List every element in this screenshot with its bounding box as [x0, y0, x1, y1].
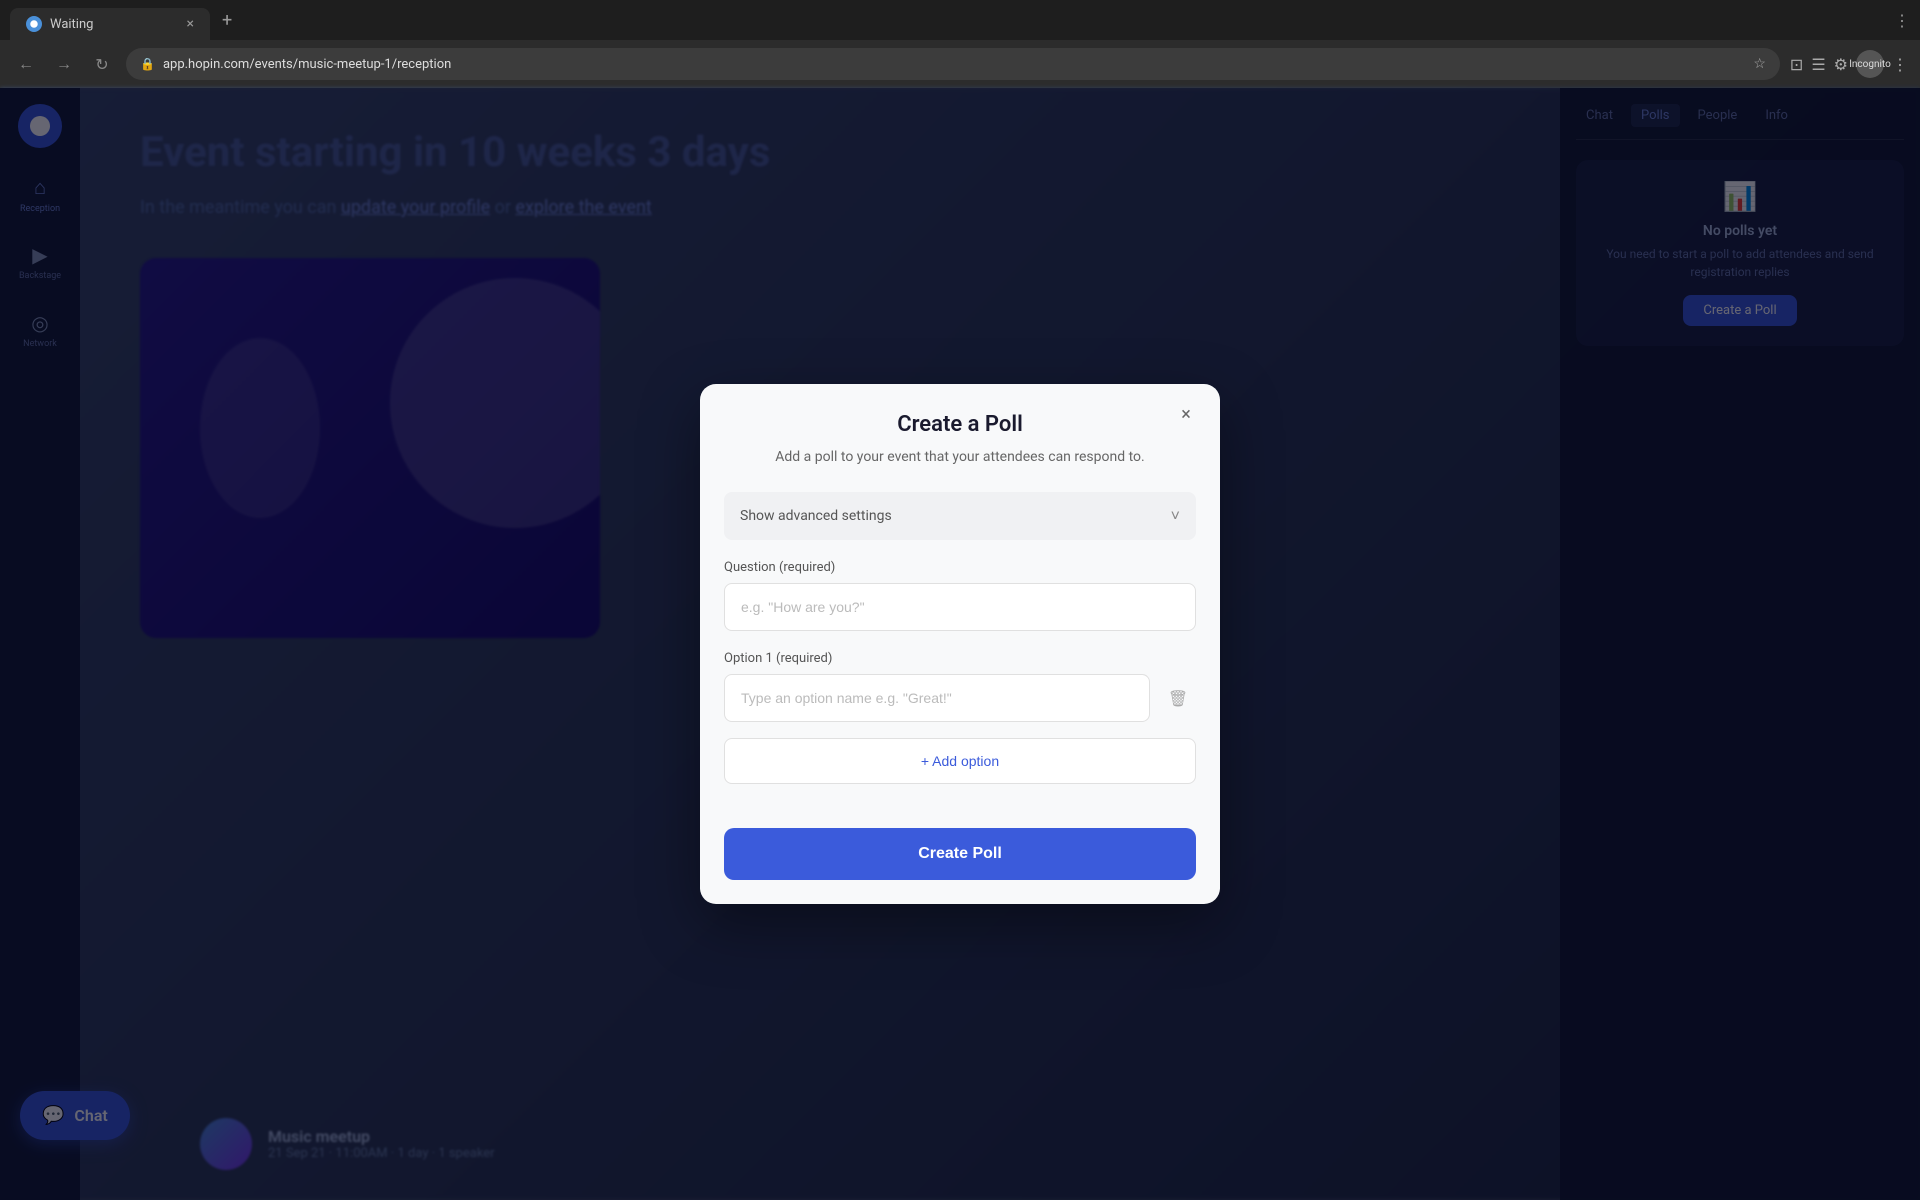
forward-button[interactable]: →: [50, 50, 78, 78]
tab-close-button[interactable]: ×: [187, 16, 194, 32]
profile-label: Incognito: [1849, 59, 1891, 70]
option1-field-label: Option 1 (required): [724, 651, 1196, 666]
modal-title: Create a Poll: [728, 412, 1192, 437]
option1-input[interactable]: [724, 674, 1150, 722]
browser-tab-active[interactable]: Waiting ×: [10, 8, 210, 40]
modal-footer: Create Poll: [700, 828, 1220, 904]
cast-icon[interactable]: ⊡: [1790, 55, 1803, 74]
advanced-settings-toggle[interactable]: Show advanced settings ˅: [724, 492, 1196, 540]
add-option-label: + Add option: [921, 753, 999, 769]
delete-option1-button[interactable]: 🗑: [1160, 680, 1196, 716]
modal-body: Show advanced settings ˅ Question (requi…: [700, 484, 1220, 828]
trash-icon: 🗑: [1168, 689, 1188, 708]
app-area: ⌂ Reception ▶ Backstage ◎ Network Event …: [0, 88, 1920, 1200]
modal-header: × Create a Poll Add a poll to your event…: [700, 384, 1220, 484]
tab-favicon: [26, 16, 42, 32]
question-field-label: Question (required): [724, 560, 1196, 575]
url-text: app.hopin.com/events/music-meetup-1/rece…: [163, 57, 451, 72]
create-poll-label: Create Poll: [918, 845, 1002, 863]
menu-icon[interactable]: ⋮: [1892, 55, 1908, 74]
tab-more-button[interactable]: ⋮: [1894, 11, 1910, 30]
advanced-settings-label: Show advanced settings: [740, 508, 892, 524]
address-bar[interactable]: 🔒 app.hopin.com/events/music-meetup-1/re…: [126, 48, 1780, 80]
lock-icon: 🔒: [140, 57, 155, 71]
bookmark-list-icon[interactable]: ☰: [1811, 55, 1825, 74]
browser-action-buttons: ⊡ ☰ ⚙ Incognito ⋮: [1790, 50, 1908, 78]
back-button[interactable]: ←: [12, 50, 40, 78]
option-1-row: 🗑: [724, 674, 1196, 722]
new-tab-button[interactable]: +: [214, 10, 240, 31]
modal-subtitle: Add a poll to your event that your atten…: [728, 447, 1192, 468]
question-input[interactable]: [724, 583, 1196, 631]
add-option-button[interactable]: + Add option: [724, 738, 1196, 784]
modal-overlay: × Create a Poll Add a poll to your event…: [0, 88, 1920, 1200]
create-poll-button[interactable]: Create Poll: [724, 828, 1196, 880]
browser-navigation-bar: ← → ↻ 🔒 app.hopin.com/events/music-meetu…: [0, 40, 1920, 88]
browser-tabs: Waiting × + ⋮: [0, 0, 1920, 40]
bookmark-icon[interactable]: ☆: [1753, 56, 1766, 72]
browser-chrome: Waiting × + ⋮ ← → ↻ 🔒 app.hopin.com/even…: [0, 0, 1920, 88]
create-poll-modal: × Create a Poll Add a poll to your event…: [700, 384, 1220, 904]
reload-button[interactable]: ↻: [88, 50, 116, 78]
profile-button[interactable]: Incognito: [1856, 50, 1884, 78]
tab-title: Waiting: [50, 17, 179, 32]
modal-close-button[interactable]: ×: [1172, 400, 1200, 428]
chevron-down-icon: ˅: [1171, 506, 1180, 526]
extensions-icon[interactable]: ⚙: [1834, 55, 1848, 74]
